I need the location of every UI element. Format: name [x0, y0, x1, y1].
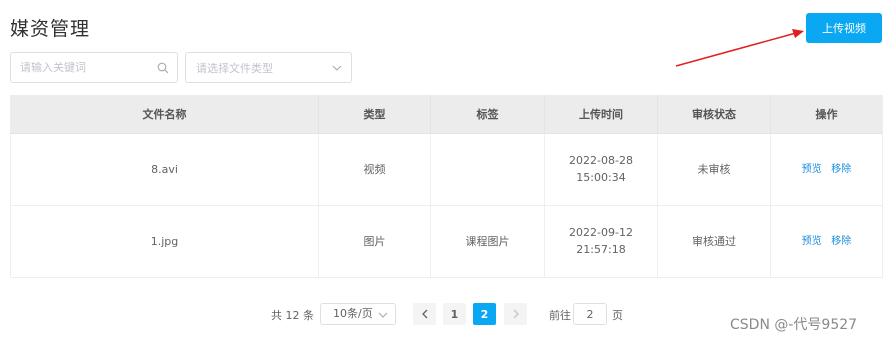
next-page-button[interactable]: [504, 303, 527, 325]
table-row: 1.jpg 图片 课程图片 2022-09-12 21:57:18 审核通过 预…: [10, 205, 883, 278]
goto-page-input[interactable]: [573, 303, 607, 325]
cell-file-name: 8.avi: [10, 133, 319, 206]
search-input[interactable]: [20, 61, 150, 74]
cell-type: 视频: [318, 133, 431, 206]
page-button-1[interactable]: 1: [443, 303, 466, 325]
chevron-down-icon: [378, 312, 388, 318]
page-size-value: 10条/页: [333, 307, 373, 320]
media-table: 文件名称 类型 标签 上传时间 审核状态 操作 8.avi 视频 2022-08…: [10, 95, 883, 278]
column-header-name: 文件名称: [10, 95, 319, 134]
page-button-2[interactable]: 2: [473, 303, 496, 325]
cell-upload-time: 2022-09-12 21:57:18: [544, 205, 658, 278]
upload-video-button[interactable]: 上传视频: [806, 13, 882, 43]
search-icon[interactable]: [157, 62, 169, 74]
watermark: CSDN @-代号9527: [730, 317, 858, 333]
cell-actions: 预览 移除: [770, 133, 883, 206]
page-title: 媒资管理: [10, 18, 91, 40]
column-header-tag: 标签: [430, 95, 545, 134]
column-header-upload-time: 上传时间: [544, 95, 658, 134]
preview-link[interactable]: 预览: [802, 236, 822, 247]
cell-tag: [430, 133, 545, 206]
column-header-actions: 操作: [770, 95, 883, 134]
preview-link[interactable]: 预览: [802, 164, 822, 175]
prev-page-button[interactable]: [413, 303, 436, 325]
goto-label: 前往: [549, 309, 571, 322]
cell-tag: 课程图片: [430, 205, 545, 278]
column-header-status: 审核状态: [657, 95, 771, 134]
chevron-left-icon: [421, 309, 427, 319]
search-field[interactable]: [10, 52, 178, 83]
file-type-select[interactable]: 请选择文件类型: [185, 52, 352, 83]
remove-link[interactable]: 移除: [831, 164, 851, 175]
cell-actions: 预览 移除: [770, 205, 883, 278]
chevron-right-icon: [513, 309, 519, 319]
cell-upload-time: 2022-08-28 15:00:34: [544, 133, 658, 206]
page-size-select[interactable]: 10条/页: [320, 303, 396, 325]
page-unit-label: 页: [612, 309, 623, 322]
table-header-row: 文件名称 类型 标签 上传时间 审核状态 操作: [10, 95, 883, 134]
file-type-placeholder: 请选择文件类型: [196, 61, 273, 75]
table-row: 8.avi 视频 2022-08-28 15:00:34 未审核 预览 移除: [10, 133, 883, 206]
cell-status: 未审核: [657, 133, 771, 206]
cell-status: 审核通过: [657, 205, 771, 278]
remove-link[interactable]: 移除: [831, 236, 851, 247]
pagination-total: 共 12 条: [271, 309, 314, 322]
chevron-down-icon: [332, 65, 342, 71]
column-header-type: 类型: [318, 95, 431, 134]
cell-type: 图片: [318, 205, 431, 278]
cell-file-name: 1.jpg: [10, 205, 319, 278]
